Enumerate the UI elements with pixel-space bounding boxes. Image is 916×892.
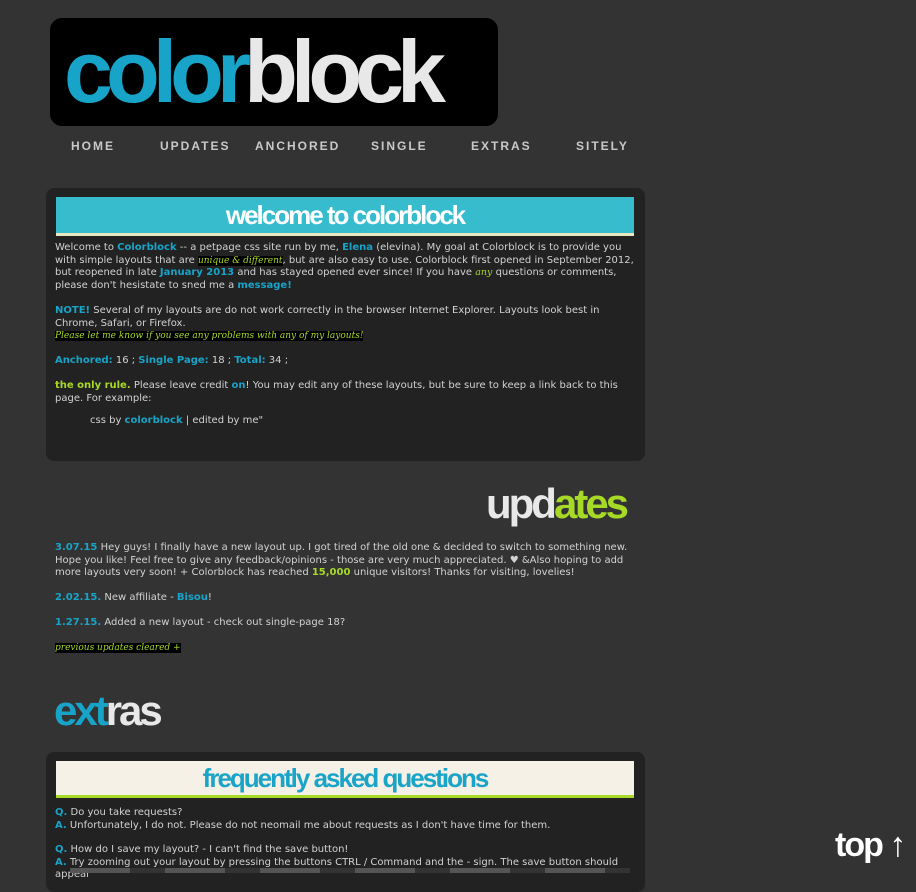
intro-text: and has stayed opened ever since! If you…: [234, 267, 476, 278]
credit-link: colorblock: [124, 415, 183, 426]
extras-heading-part2: ras: [105, 687, 163, 734]
update-entry: 1.27.15. Added a new layout - check out …: [55, 617, 640, 630]
nav-updates[interactable]: UPDATES: [160, 139, 230, 153]
answer-label: A.: [55, 856, 67, 868]
welcome-intro: Welcome to Colorblock -- a petpage css s…: [55, 242, 636, 292]
update-text: unique visitors! Thanks for visiting, lo…: [350, 567, 575, 578]
question-label: Q.: [55, 844, 68, 855]
updates-heading-part1: upd: [486, 480, 557, 527]
site-logo: colorblock: [50, 18, 498, 126]
credit-text: css by: [90, 415, 125, 426]
total-count: 34 ;: [265, 355, 289, 366]
main-nav: HOME UPDATES ANCHORED SINGLE EXTRAS SITE…: [50, 139, 650, 159]
extras-heading: extras: [54, 687, 163, 734]
answer-label: A.: [55, 819, 67, 831]
affiliate-link[interactable]: Bisou: [177, 592, 208, 603]
anchored-count-label: Anchored:: [55, 355, 113, 366]
any-emphasis: any: [475, 267, 493, 278]
credit-example: css by colorblock | edited by me": [90, 415, 630, 428]
footer-strip: [70, 868, 630, 873]
rule-section: the only rule. Please leave credit on! Y…: [55, 380, 636, 405]
faq-item: Q. How do I save my layout? - I can't fi…: [55, 844, 636, 882]
message-link[interactable]: message!: [237, 280, 291, 291]
total-count-label: Total:: [234, 355, 266, 366]
faq-item: Q. Do you take requests? A. Unfortunatel…: [55, 807, 636, 832]
nav-single[interactable]: SINGLE: [371, 139, 428, 153]
back-to-top-button[interactable]: top ↑: [835, 826, 906, 865]
credit-text: | edited by me": [182, 415, 264, 426]
update-date: 2.02.15.: [55, 592, 102, 603]
layout-counts: Anchored: 16 ; Single Page: 18 ; Total: …: [55, 355, 636, 368]
nav-anchored[interactable]: ANCHORED: [255, 139, 340, 153]
single-count-label: Single Page:: [138, 355, 209, 366]
update-date: 1.27.15.: [55, 617, 102, 628]
author-name: Elena: [342, 242, 374, 253]
previous-updates-link[interactable]: previous updates cleared +: [55, 643, 181, 653]
welcome-title: welcome to colorblock: [56, 197, 634, 236]
logo-part-block: block: [244, 22, 446, 121]
update-entry: 3.07.15 Hey guys! I finally have a new l…: [55, 542, 640, 580]
rule-label: the only rule.: [55, 380, 131, 391]
intro-text: -- a petpage css site run by me,: [176, 242, 343, 253]
faq-title: frequently asked questions: [56, 761, 634, 798]
update-entry: 2.02.15. New affiliate - Bisou!: [55, 592, 640, 605]
updates-heading: updates: [486, 480, 629, 527]
nav-sitely[interactable]: SITELY: [576, 139, 629, 153]
updates-heading-part2: ates: [553, 480, 629, 527]
visitor-count: 15,000: [311, 567, 351, 578]
note-label: NOTE!: [55, 305, 91, 316]
update-date: 3.07.15: [55, 542, 98, 553]
answer-text: Unfortunately, I do not. Please do not n…: [66, 819, 551, 831]
nav-home[interactable]: HOME: [71, 139, 115, 153]
extras-heading-part1: ext: [54, 687, 109, 734]
question-text: How do I save my layout? - I can't find …: [67, 844, 349, 855]
rule-on: on: [231, 380, 246, 391]
question-label: Q.: [55, 807, 68, 818]
welcome-note: NOTE! Several of my layouts are do not w…: [55, 305, 636, 343]
note-text: Several of my layouts are do not work co…: [55, 305, 600, 329]
cleared-note: previous updates cleared +: [55, 642, 640, 655]
welcome-box: welcome to colorblock Welcome to Colorbl…: [46, 188, 645, 461]
single-count: 18 ;: [208, 355, 235, 366]
update-text: New affiliate -: [101, 592, 177, 603]
nav-extras[interactable]: EXTRAS: [471, 139, 532, 153]
unique-highlight: unique & different: [198, 255, 283, 266]
intro-text: Welcome to: [55, 242, 118, 253]
anchored-count: 16 ;: [112, 355, 139, 366]
logo-part-color: color: [64, 22, 251, 121]
question-text: Do you take requests?: [67, 807, 183, 818]
update-text: Added a new layout - check out single-pa…: [101, 617, 346, 628]
rule-text: Please leave credit: [130, 380, 232, 391]
note-highlight: Please let me know if you see any proble…: [55, 331, 364, 341]
site-name: Colorblock: [117, 242, 177, 253]
update-text: !: [207, 592, 212, 603]
reopen-date: January 2013: [159, 267, 235, 278]
logo-wordmark: colorblock: [64, 26, 446, 118]
